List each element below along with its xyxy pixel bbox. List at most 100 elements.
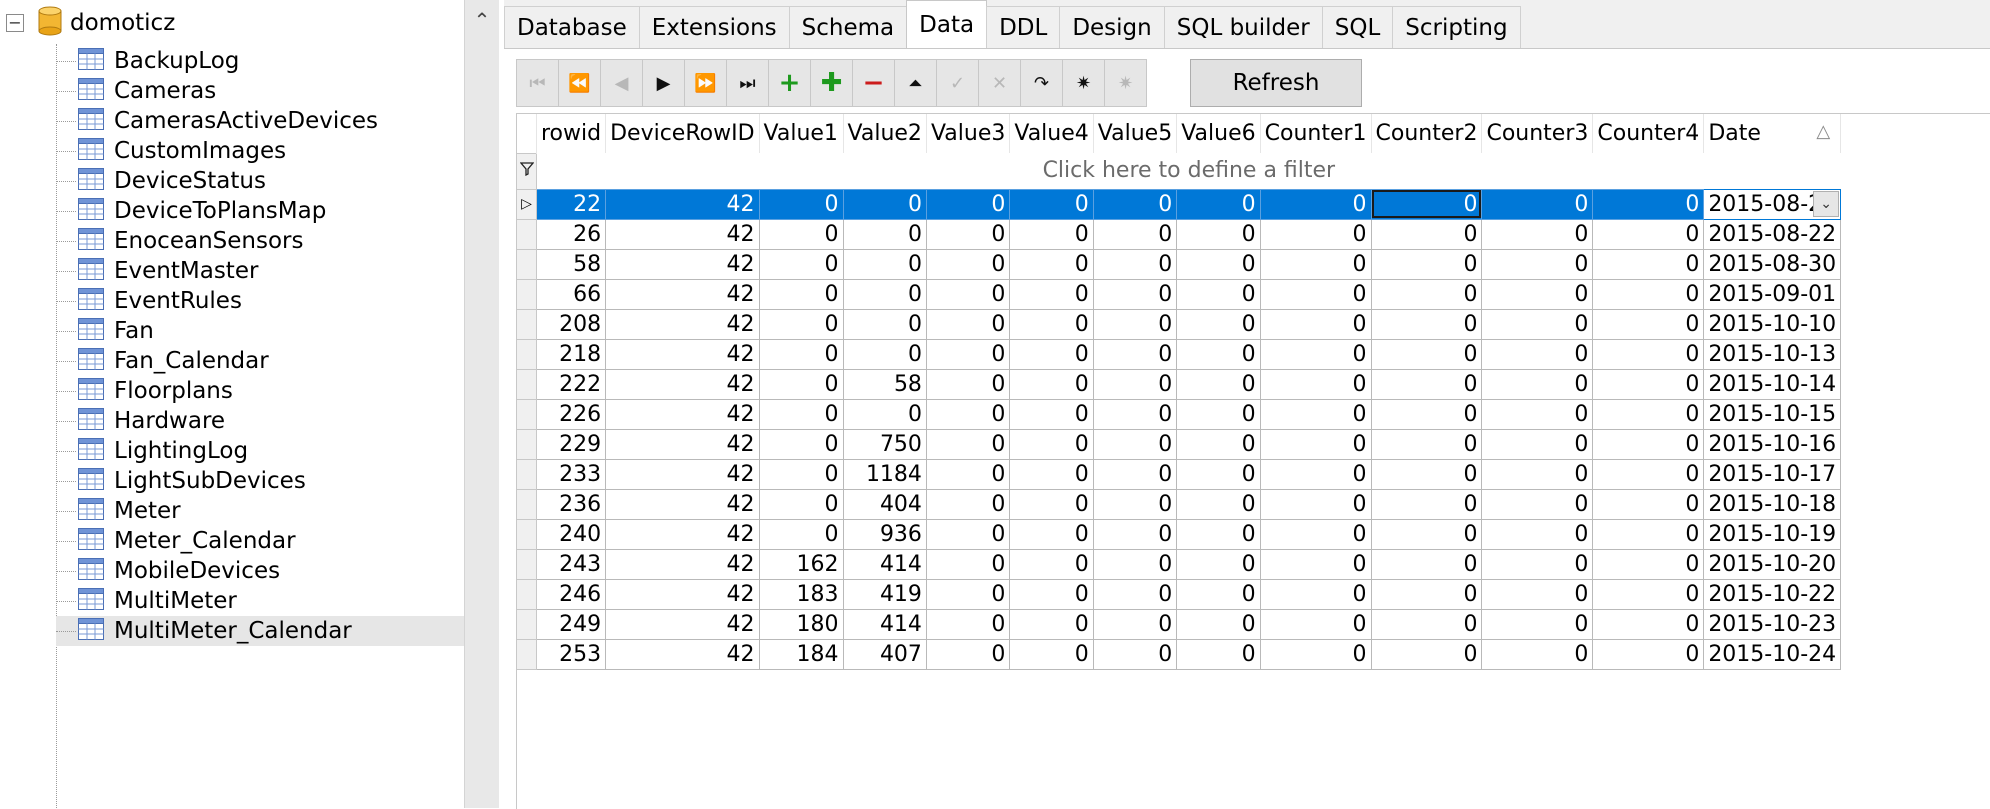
table-cell[interactable]: 0: [1176, 428, 1261, 460]
table-cell[interactable]: 0: [1009, 188, 1094, 220]
table-cell[interactable]: 936: [842, 518, 927, 550]
table-cell[interactable]: 246: [535, 578, 607, 610]
append-record-button[interactable]: ✚: [810, 59, 853, 107]
table-cell[interactable]: 0: [925, 308, 1011, 340]
table-cell[interactable]: 0: [1370, 488, 1483, 520]
insert-record-button[interactable]: +: [768, 59, 811, 107]
row-indicator[interactable]: [517, 428, 537, 460]
refresh-button[interactable]: Refresh: [1190, 59, 1362, 107]
table-cell[interactable]: 0: [1009, 458, 1094, 490]
row-indicator[interactable]: [517, 308, 537, 340]
table-cell[interactable]: 0: [1370, 248, 1483, 280]
table-cell[interactable]: 0: [842, 398, 927, 430]
tree-item-table[interactable]: EventMaster: [56, 256, 464, 286]
tree-item-table[interactable]: MultiMeter: [56, 586, 464, 616]
prior-page-button[interactable]: ⏪: [558, 59, 601, 107]
table-cell[interactable]: 0: [842, 338, 927, 370]
table-cell[interactable]: 0: [925, 368, 1011, 400]
next-page-button[interactable]: ⏩: [684, 59, 727, 107]
table-cell[interactable]: 0: [1592, 308, 1705, 340]
table-cell[interactable]: 0: [1092, 218, 1178, 250]
tree-item-table[interactable]: Cameras: [56, 76, 464, 106]
table-cell[interactable]: 0: [1370, 428, 1483, 460]
table-cell[interactable]: 42: [605, 338, 760, 370]
table-cell[interactable]: 208: [535, 308, 607, 340]
table-cell[interactable]: 0: [1259, 338, 1372, 370]
table-cell[interactable]: 0: [925, 218, 1011, 250]
table-cell[interactable]: 0: [1481, 398, 1594, 430]
table-cell[interactable]: 42: [605, 398, 760, 430]
table-cell[interactable]: 240: [535, 518, 607, 550]
table-cell[interactable]: 26: [535, 218, 607, 250]
row-indicator[interactable]: [517, 548, 537, 580]
table-cell[interactable]: 42: [605, 248, 760, 280]
table-cell[interactable]: 0: [1009, 488, 1094, 520]
table-cell[interactable]: 414: [842, 608, 927, 640]
column-header[interactable]: rowid: [536, 114, 607, 153]
column-header[interactable]: Value5: [1093, 114, 1178, 153]
table-cell[interactable]: 407: [842, 638, 927, 670]
tree-item-table[interactable]: MultiMeter_Calendar: [56, 616, 464, 646]
table-cell[interactable]: 0: [1481, 368, 1594, 400]
table-cell[interactable]: 0: [1092, 278, 1178, 310]
table-cell[interactable]: 0: [1481, 518, 1594, 550]
row-indicator[interactable]: [517, 488, 537, 520]
table-cell[interactable]: 42: [605, 428, 760, 460]
table-cell[interactable]: 162: [758, 548, 844, 580]
table-cell[interactable]: 0: [1259, 308, 1372, 340]
table-cell[interactable]: 2015-09-01: [1703, 278, 1842, 310]
table-cell[interactable]: 0: [1592, 608, 1705, 640]
table-cell[interactable]: 2015-10-17: [1703, 458, 1842, 490]
table-cell[interactable]: 0: [1259, 578, 1372, 610]
tree-item-table[interactable]: LightSubDevices: [56, 466, 464, 496]
row-indicator[interactable]: [517, 458, 537, 490]
table-cell[interactable]: 2015-08-30: [1703, 248, 1842, 280]
table-cell[interactable]: 42: [605, 308, 760, 340]
table-cell[interactable]: 236: [535, 488, 607, 520]
table-cell[interactable]: 2015-10-10: [1703, 308, 1842, 340]
tab-ddl[interactable]: DDL: [986, 6, 1061, 48]
tree-scrollbar[interactable]: ⌃: [464, 0, 499, 808]
table-cell[interactable]: 0: [1592, 368, 1705, 400]
table-cell[interactable]: 243: [535, 548, 607, 580]
table-cell[interactable]: 0: [925, 578, 1011, 610]
table-cell[interactable]: 0: [1481, 218, 1594, 250]
table-cell[interactable]: 0: [758, 398, 844, 430]
table-cell[interactable]: 0: [1009, 368, 1094, 400]
filter-placeholder[interactable]: Click here to define a filter: [537, 153, 1841, 189]
row-indicator[interactable]: [517, 218, 537, 250]
table-row[interactable]: 218 42 0 0 0 0 0 0 0 0 0 0 2015-10-13: [517, 338, 1842, 370]
table-cell[interactable]: 0: [1481, 248, 1594, 280]
table-cell[interactable]: 0: [1176, 638, 1261, 670]
table-cell[interactable]: 0: [1092, 188, 1178, 220]
table-cell[interactable]: 229: [535, 428, 607, 460]
table-cell[interactable]: 0: [925, 518, 1011, 550]
table-cell[interactable]: 0: [1370, 308, 1483, 340]
table-cell[interactable]: 404: [842, 488, 927, 520]
table-cell[interactable]: 0: [1592, 458, 1705, 490]
column-header[interactable]: Counter3: [1481, 114, 1594, 153]
table-cell[interactable]: 0: [925, 398, 1011, 430]
column-header[interactable]: Value2: [843, 114, 927, 153]
column-header[interactable]: Value3: [926, 114, 1011, 153]
table-cell[interactable]: 0: [925, 248, 1011, 280]
table-cell[interactable]: 0: [1092, 638, 1178, 670]
column-header[interactable]: DeviceRowID: [605, 114, 760, 153]
table-cell[interactable]: 0: [1176, 458, 1261, 490]
table-cell[interactable]: 0: [1176, 398, 1261, 430]
next-record-button[interactable]: ▶: [642, 59, 685, 107]
tab-scripting[interactable]: Scripting: [1392, 6, 1521, 48]
table-cell[interactable]: 0: [758, 248, 844, 280]
table-cell[interactable]: 0: [1259, 638, 1372, 670]
table-cell[interactable]: 0: [1481, 638, 1594, 670]
table-cell[interactable]: 0: [1259, 218, 1372, 250]
column-header[interactable]: Date △: [1703, 114, 1842, 153]
table-cell[interactable]: 0: [1370, 518, 1483, 550]
table-cell[interactable]: 0: [1481, 188, 1594, 220]
table-row[interactable]: 253 42 184 407 0 0 0 0 0 0 0 0 2015-10-24: [517, 638, 1842, 670]
table-cell[interactable]: 414: [842, 548, 927, 580]
table-cell[interactable]: 0: [1176, 368, 1261, 400]
tree-item-table[interactable]: Hardware: [56, 406, 464, 436]
table-cell[interactable]: 0: [1259, 398, 1372, 430]
table-row[interactable]: 240 42 0 936 0 0 0 0 0 0 0 0 2015-10-19: [517, 518, 1842, 550]
